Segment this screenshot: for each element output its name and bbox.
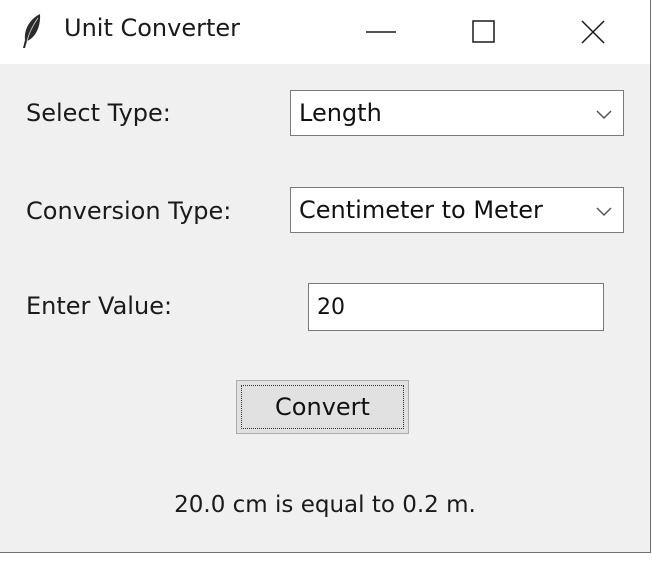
conversion-type-label: Conversion Type: (26, 197, 232, 225)
conversion-type-value: Centimeter to Meter (299, 196, 543, 224)
result-text: 20.0 cm is equal to 0.2 m. (174, 492, 476, 518)
close-button[interactable] (550, 0, 640, 64)
chevron-down-icon (595, 203, 613, 217)
unit-converter-window: Unit Converter Select Type: Length Conve… (0, 0, 651, 553)
chevron-down-icon (595, 106, 613, 120)
title-bar[interactable]: Unit Converter (0, 0, 650, 64)
convert-button[interactable]: Convert (236, 380, 409, 434)
select-type-value: Length (299, 99, 382, 127)
value-input[interactable] (308, 283, 604, 331)
feather-icon (20, 13, 44, 49)
convert-button-label: Convert (275, 393, 370, 421)
minimize-button[interactable] (338, 0, 428, 64)
conversion-type-dropdown[interactable]: Centimeter to Meter (290, 187, 624, 233)
select-type-dropdown[interactable]: Length (290, 90, 624, 136)
enter-value-label: Enter Value: (26, 292, 173, 320)
window-title: Unit Converter (64, 14, 241, 42)
maximize-button[interactable] (438, 0, 528, 64)
select-type-label: Select Type: (26, 99, 171, 127)
